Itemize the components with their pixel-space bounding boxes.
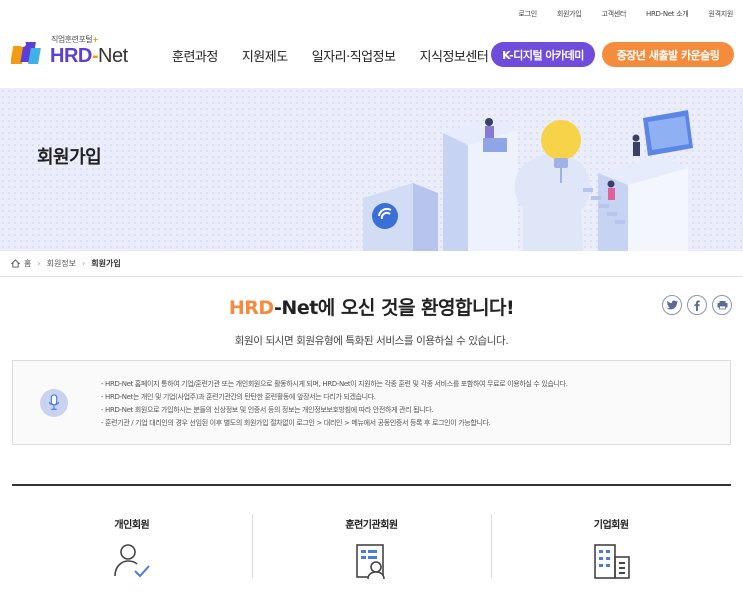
page-banner: 회원가입 bbox=[0, 88, 743, 251]
info-item: - 훈련기관 / 기업 대리인의 경우 선임된 이후 별도의 회원가입 절차없이… bbox=[101, 419, 491, 427]
page-title: 회원가입 bbox=[37, 147, 102, 168]
breadcrumb-current: 회원가입 bbox=[91, 259, 121, 268]
logo-hrd: HRD bbox=[50, 45, 92, 67]
member-type-institution[interactable]: 훈련기관회원 bbox=[251, 486, 492, 606]
header: 직업훈련포털+ HRD-Net 훈련과정 지원제도 일자리·직업정보 지식정보센… bbox=[0, 26, 743, 84]
twitter-share-icon[interactable] bbox=[662, 295, 682, 315]
util-about-link[interactable]: HRD-Net 소개 bbox=[646, 9, 689, 19]
main-nav: 훈련과정 지원제도 일자리·직업정보 지식정보센터 bbox=[172, 46, 512, 65]
k-digital-academy-button[interactable]: K-디지털 아카데미 bbox=[491, 42, 595, 67]
hrd-net-logo[interactable]: 직업훈련포털+ HRD-Net bbox=[11, 32, 136, 72]
logo-subtitle: 직업훈련포털+ bbox=[51, 34, 99, 45]
person-check-icon bbox=[114, 544, 150, 578]
nav-knowledge-center[interactable]: 지식정보센터 bbox=[420, 46, 489, 65]
welcome-brand-hrd: HRD bbox=[228, 297, 275, 319]
building-icon bbox=[594, 544, 630, 579]
util-login-link[interactable]: 로그인 bbox=[518, 9, 537, 19]
util-support-link[interactable]: 고객센터 bbox=[601, 9, 626, 19]
welcome-brand-net: -Net bbox=[274, 297, 318, 319]
breadcrumb-home[interactable]: 홈 bbox=[24, 258, 31, 269]
welcome-subtitle: 회원이 되시면 회원유형에 특화된 서비스를 이용하실 수 있습니다. bbox=[234, 335, 509, 347]
member-type-list: 개인회원 훈련기관회원 기업회원 bbox=[12, 484, 731, 606]
welcome-heading: HRD-Net에 오신 것을 환영합니다! bbox=[0, 293, 743, 320]
logo-mark-icon bbox=[11, 41, 41, 64]
breadcrumb-divider bbox=[0, 276, 743, 277]
nav-job-info[interactable]: 일자리·직업정보 bbox=[312, 46, 396, 65]
facebook-share-icon[interactable] bbox=[687, 295, 707, 315]
info-item: - HRD-Net 회원으로 가입하시는 분들의 신상정보 및 인증서 등의 정… bbox=[101, 406, 434, 414]
logo-net: Net bbox=[98, 45, 128, 67]
print-share-icon[interactable] bbox=[712, 295, 732, 315]
utility-nav: 로그인 회원가입 고객센터 HRD-Net 소개 원격지원 bbox=[498, 9, 733, 19]
nav-support-system[interactable]: 지원제도 bbox=[242, 46, 288, 65]
welcome-text: 에 오신 것을 환영합니다! bbox=[317, 297, 515, 319]
career-counseling-button[interactable]: 중장년 새출발 카운슬링 bbox=[602, 42, 734, 67]
chevron-right-icon: › bbox=[82, 259, 86, 268]
home-icon[interactable] bbox=[11, 259, 20, 268]
member-type-label: 훈련기관회원 bbox=[345, 520, 398, 531]
info-item: - HRD-Net는 개인 및 기업(사업주)과 훈련기관간의 탄탄한 훈련활동… bbox=[101, 393, 376, 401]
logo-wordmark: HRD-Net bbox=[50, 45, 128, 68]
microphone-icon[interactable] bbox=[40, 389, 68, 417]
breadcrumb: 홈 › 회원정보 › 회원가입 bbox=[11, 258, 121, 269]
logo-subtitle-text: 직업훈련포털 bbox=[51, 35, 93, 44]
member-type-label: 기업회원 bbox=[593, 520, 629, 531]
breadcrumb-member-info[interactable]: 회원정보 bbox=[47, 258, 76, 269]
member-type-individual[interactable]: 개인회원 bbox=[12, 486, 252, 606]
info-list: - HRD-Net 홈페이지 통하여 기업/훈련기관 또는 개인회원으로 활동하… bbox=[101, 378, 568, 430]
institution-icon bbox=[355, 544, 385, 580]
util-remote-link[interactable]: 원격지원 bbox=[708, 9, 733, 19]
nav-training-courses[interactable]: 훈련과정 bbox=[172, 46, 218, 65]
member-type-company[interactable]: 기업회원 bbox=[491, 486, 731, 606]
logo-plus: + bbox=[92, 35, 99, 44]
share-buttons bbox=[662, 295, 732, 315]
chevron-right-icon: › bbox=[37, 259, 41, 268]
member-type-label: 개인회원 bbox=[114, 520, 150, 531]
util-join-link[interactable]: 회원가입 bbox=[557, 9, 582, 19]
banner-illustration bbox=[363, 110, 693, 251]
info-item: - HRD-Net 홈페이지 통하여 기업/훈련기관 또는 개인회원으로 활동하… bbox=[101, 380, 568, 388]
info-box: - HRD-Net 홈페이지 통하여 기업/훈련기관 또는 개인회원으로 활동하… bbox=[12, 360, 731, 445]
